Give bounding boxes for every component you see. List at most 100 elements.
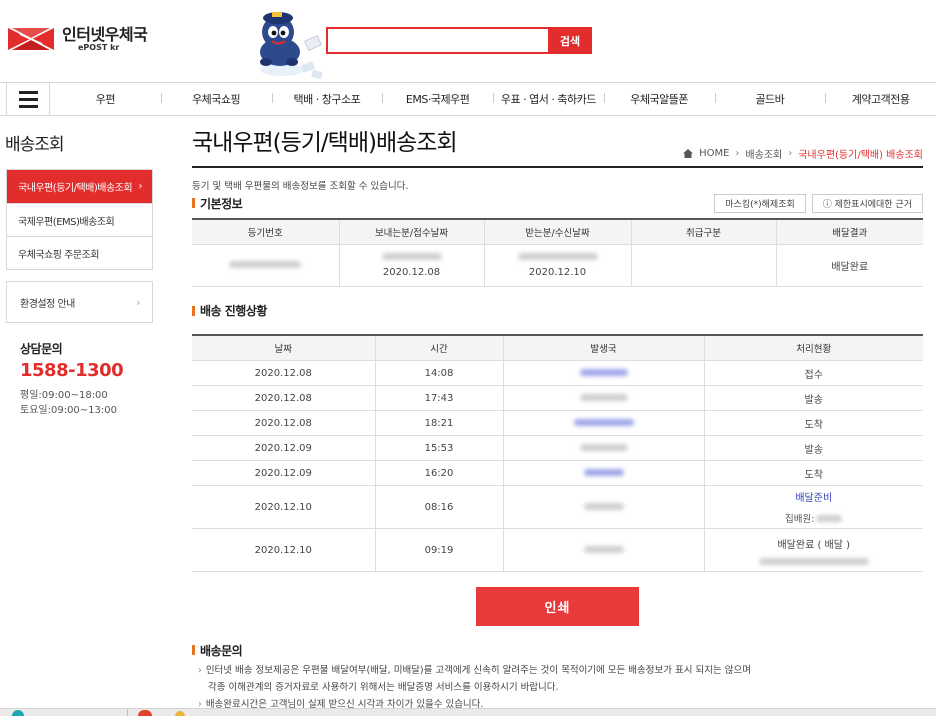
status-cell: 발송 — [703, 385, 923, 411]
breadcrumb-separator-icon: › — [788, 148, 793, 159]
section-bullet-icon — [192, 198, 195, 208]
side-navigation: 배송조회 국내우편(등기/택배)배송조회 › 국제우편(EMS)배송조회 우체국… — [5, 130, 153, 270]
side-item-ems-tracking[interactable]: 국제우편(EMS)배송조회 — [7, 203, 152, 236]
chevron-right-icon: › — [198, 665, 202, 676]
redacted-text — [381, 252, 442, 260]
progress-header: 배송 진행상황 — [192, 302, 923, 320]
office-cell[interactable] — [502, 460, 704, 486]
app-icon[interactable] — [175, 711, 185, 716]
table-row: 2020.12.10 08:16 배달준비 집배원: — [192, 485, 923, 529]
col-header: 발생국 — [502, 334, 704, 361]
time-cell: 18:21 — [374, 410, 503, 436]
gnb-item-contract[interactable]: 계약고객전용 — [825, 91, 936, 107]
office-cell — [502, 435, 704, 461]
gnb-item-post[interactable]: 우편 — [50, 91, 161, 107]
basic-info-table: 등기번호 보내는분/접수날짜 받는분/수신날짜 취급구분 배달결과 2020.1… — [192, 218, 923, 287]
status-cell: 발송 — [703, 435, 923, 461]
gnb-item-mobile[interactable]: 우체국알뜰폰 — [603, 91, 715, 107]
col-header: 날짜 — [192, 334, 375, 361]
breadcrumb-current: 국내우편(등기/택배) 배송조회 — [798, 150, 923, 161]
logo-english-text: ePOST kr — [78, 42, 120, 52]
settings-guide-link[interactable]: 환경설정 안내 › — [6, 281, 153, 323]
redacted-text — [579, 369, 628, 376]
time-cell: 15:53 — [374, 435, 503, 461]
redacted-text — [573, 419, 634, 426]
redacted-text — [583, 469, 624, 476]
print-button[interactable]: 인쇄 — [476, 587, 639, 626]
sender-cell: 2020.12.08 — [338, 244, 484, 287]
redacted-text — [579, 444, 628, 451]
col-header: 취급구분 — [630, 219, 776, 245]
delivery-result-cell: 배달완료 — [775, 244, 923, 287]
delivery-ready-link[interactable]: 배달준비 — [795, 489, 832, 504]
unmask-button[interactable]: 마스킹(*)해제조회 — [714, 193, 806, 213]
table-row: 2020.12.08 18:21 도착 — [192, 410, 923, 436]
gnb-item-stamps[interactable]: 우표 · 엽서 · 축하카드 — [493, 91, 604, 107]
delivery-inquiry-section: 배송문의 › 인터넷 배송 정보제공은 우편물 배달여부(배달, 미배달)를 고객… — [192, 642, 923, 713]
section-bullet-icon — [192, 645, 195, 655]
inquiry-text: 인터넷 배송 정보제공은 우편물 배달여부(배달, 미배달)를 고객에게 신속히… — [205, 665, 751, 676]
redacted-text — [229, 261, 302, 268]
office-cell[interactable] — [502, 410, 704, 436]
hours-weekday: 평일:09:00~18:00 — [20, 390, 108, 401]
redacted-text — [583, 546, 624, 553]
side-item-label: 우체국쇼핑 주문조회 — [18, 249, 99, 261]
epost-logo[interactable]: 인터넷우체국 ePOST kr — [6, 24, 148, 54]
gnb-item-parcel[interactable]: 택배 · 창구소포 — [271, 91, 383, 107]
date-cell: 2020.12.10 — [192, 485, 375, 529]
redacted-text — [758, 557, 869, 565]
logo-korean-text: 인터넷우체국 — [62, 24, 148, 44]
gnb-item-goldbar[interactable]: 골드바 — [714, 91, 826, 107]
app-icon[interactable] — [138, 710, 152, 716]
search-bar: 검색 — [326, 27, 592, 54]
chevron-right-icon: › — [138, 181, 143, 192]
home-icon — [683, 149, 694, 158]
status-cell: 배달완료 ( 배달 ) — [703, 528, 923, 572]
office-cell[interactable] — [502, 360, 704, 386]
search-button[interactable]: 검색 — [548, 27, 592, 54]
inquiry-title: 배송문의 — [200, 643, 243, 658]
progress-table: 날짜 시간 발생국 처리현황 2020.12.08 14:08 접수 2020.… — [192, 333, 923, 572]
breadcrumb-home[interactable]: HOME — [699, 148, 729, 159]
os-taskbar — [0, 708, 936, 716]
hamburger-menu-icon[interactable] — [6, 83, 50, 115]
time-cell: 16:20 — [374, 460, 503, 486]
date-cell: 2020.12.08 — [192, 410, 375, 436]
epost-logo-mark-icon — [6, 24, 56, 54]
breadcrumb-parent[interactable]: 배송조회 — [745, 146, 782, 161]
col-header: 받는분/수신날짜 — [483, 219, 631, 245]
basic-info-header: 기본정보 마스킹(*)해제조회 ⓘ 제한표시에대한 근거 — [192, 193, 923, 213]
recv-date: 2020.12.10 — [528, 266, 587, 278]
col-header: 시간 — [374, 334, 503, 361]
breadcrumb: HOME › 배송조회 › 국내우편(등기/택배) 배송조회 — [683, 146, 923, 161]
contact-phone: 1588-1300 — [20, 360, 124, 381]
side-item-domestic-tracking[interactable]: 국내우편(등기/택배)배송조회 › — [7, 170, 152, 203]
app-icon[interactable] — [12, 710, 24, 716]
progress-title: 배송 진행상황 — [200, 304, 267, 318]
side-item-shopping-order[interactable]: 우체국쇼핑 주문조회 — [7, 236, 152, 269]
office-cell — [502, 385, 704, 411]
carrier-label: 집배원: — [785, 514, 815, 525]
time-cell: 08:16 — [374, 485, 503, 529]
sent-date: 2020.12.08 — [382, 266, 441, 278]
table-row: 2020.12.09 15:53 발송 — [192, 435, 923, 461]
contact-info: 상담문의 1588-1300 평일:09:00~18:00 토요일:09:00~… — [20, 340, 124, 418]
hours-saturday: 토요일:09:00~13:00 — [20, 405, 117, 416]
status-cell: 접수 — [703, 360, 923, 386]
side-item-label: 국제우편(EMS)배송조회 — [18, 216, 115, 228]
table-row: 2020.12.10 09:19 배달완료 ( 배달 ) — [192, 528, 923, 572]
gnb-item-shopping[interactable]: 우체국쇼핑 — [160, 91, 272, 107]
office-cell — [502, 528, 704, 572]
search-input[interactable] — [326, 27, 548, 54]
restriction-basis-button[interactable]: ⓘ 제한표시에대한 근거 — [811, 193, 923, 213]
page-title: 국내우편(등기/택배)배송조회 — [192, 122, 923, 168]
col-header: 배달결과 — [775, 219, 923, 245]
handling-type-cell — [630, 244, 776, 287]
gnb-item-ems[interactable]: EMS·국제우편 — [382, 91, 493, 107]
redacted-text — [583, 503, 624, 510]
status-cell: 배달준비 집배원: — [703, 485, 923, 529]
table-row: 2020.12.08 2020.12.10 배달완료 — [192, 244, 923, 287]
date-cell: 2020.12.09 — [192, 435, 375, 461]
col-header: 보내는분/접수날짜 — [338, 219, 484, 245]
status-cell: 도착 — [703, 460, 923, 486]
